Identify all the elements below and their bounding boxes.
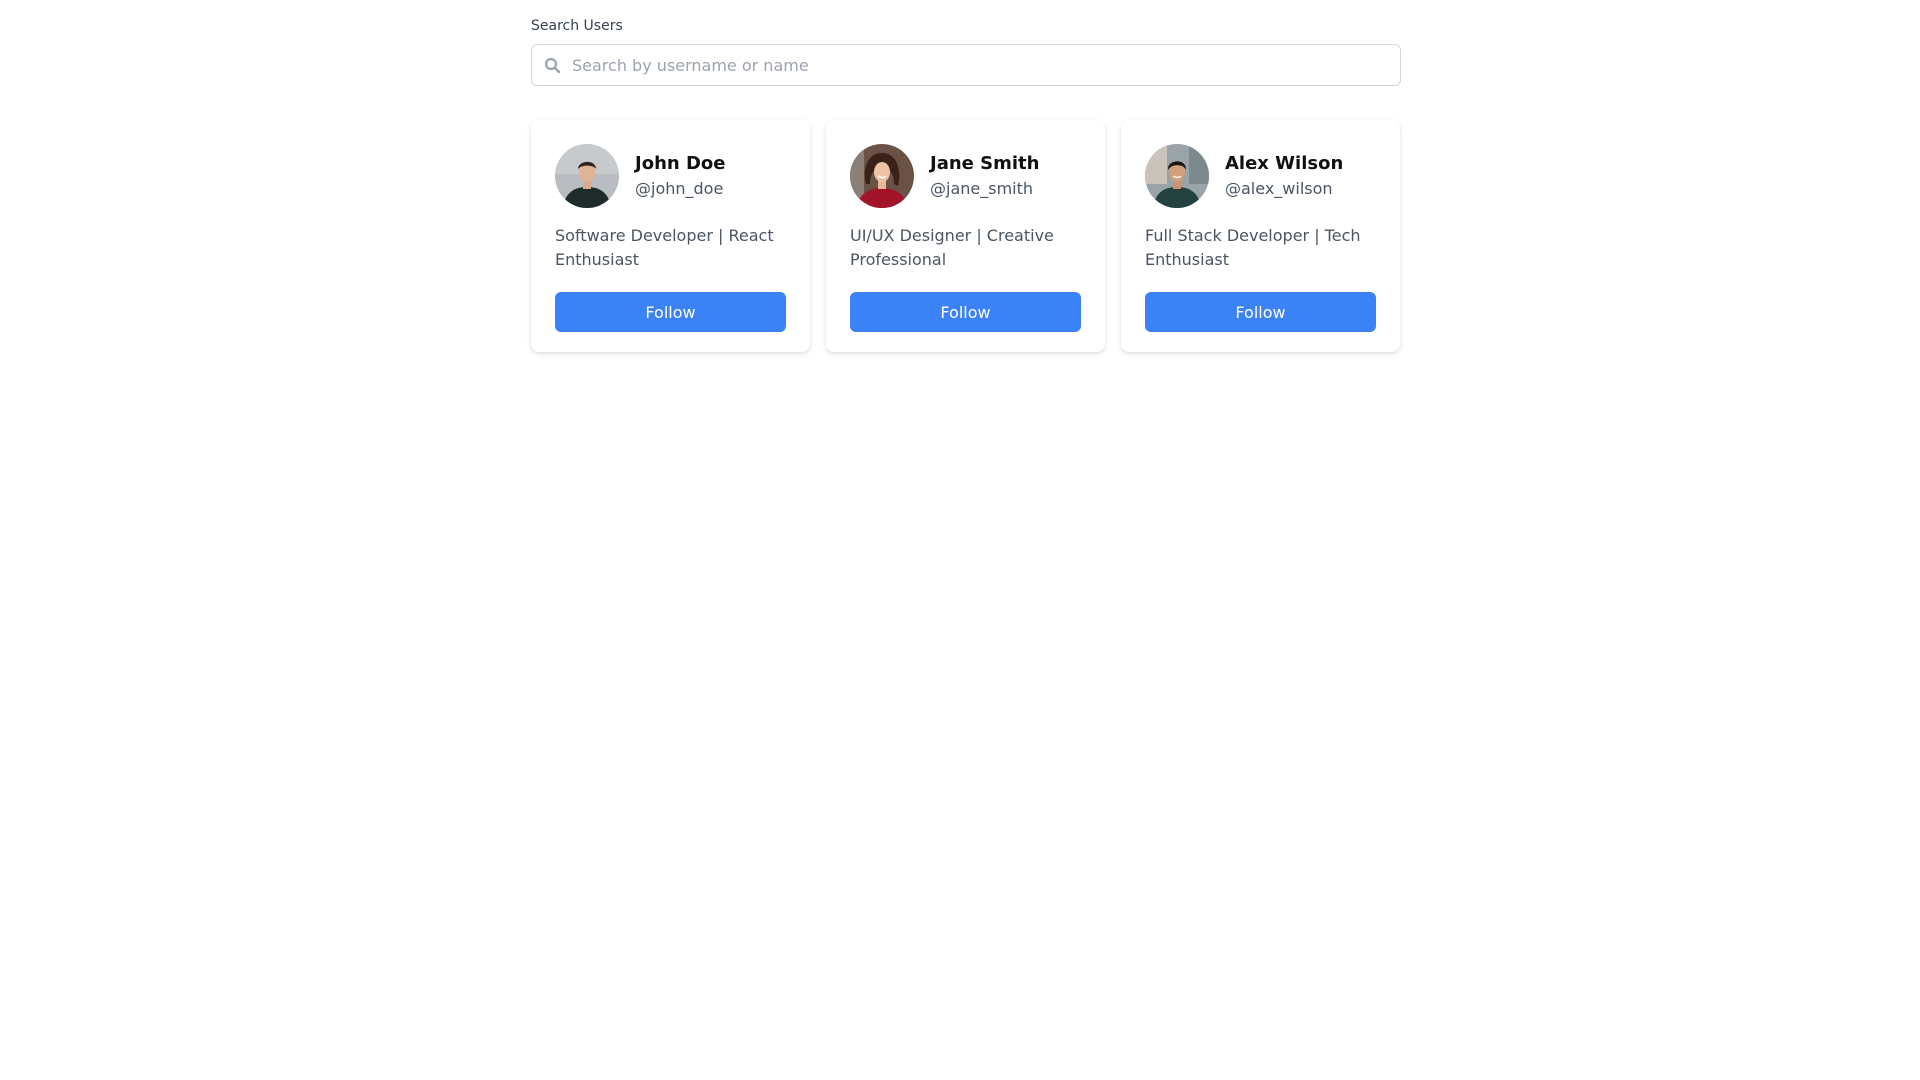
user-bio: Software Developer | React Enthusiast (555, 226, 774, 269)
search-label: Search Users (531, 18, 623, 34)
user-card-header: Alex Wilson @alex_wilson (1145, 144, 1376, 208)
user-card-header: Jane Smith @jane_smith (850, 144, 1081, 208)
user-name: Jane Smith (930, 153, 1040, 174)
user-search-page: Search Users Search by username or name … (531, 16, 1401, 352)
search-icon (544, 57, 561, 74)
user-bio: UI/UX Designer | Creative Professional (850, 226, 1054, 269)
follow-button[interactable]: Follow (555, 292, 786, 332)
user-name: John Doe (635, 153, 726, 174)
user-handle: @john_doe (635, 179, 724, 198)
user-card: Alex Wilson @alex_wilson Full Stack Deve… (1121, 120, 1400, 352)
avatar (850, 144, 914, 208)
avatar (1145, 144, 1209, 208)
user-identity: Jane Smith @jane_smith (930, 151, 1039, 201)
user-card: Jane Smith @jane_smith UI/UX Designer | … (826, 120, 1105, 352)
search-field[interactable] (531, 44, 1401, 86)
user-handle: @jane_smith (930, 179, 1034, 198)
user-identity: Alex Wilson @alex_wilson (1225, 151, 1343, 201)
user-card-header: John Doe @john_doe (555, 144, 786, 208)
follow-button[interactable]: Follow (850, 292, 1081, 332)
search-input[interactable] (572, 45, 1392, 85)
user-handle: @alex_wilson (1225, 179, 1333, 198)
user-identity: John Doe @john_doe (635, 151, 725, 201)
avatar (555, 144, 619, 208)
user-card: John Doe @john_doe Software Developer | … (531, 120, 810, 352)
user-name: Alex Wilson (1225, 153, 1344, 174)
user-bio: Full Stack Developer | Tech Enthusiast (1145, 226, 1361, 269)
user-card-grid: John Doe @john_doe Software Developer | … (531, 120, 1401, 352)
follow-button[interactable]: Follow (1145, 292, 1376, 332)
